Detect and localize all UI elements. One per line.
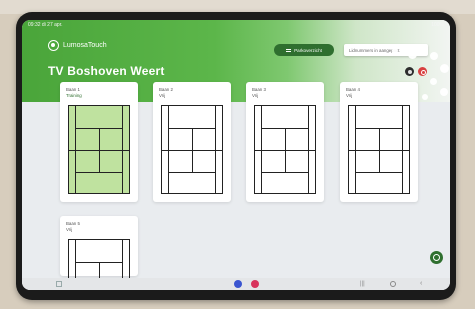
home-nav-icon[interactable]: [56, 281, 62, 287]
court-name: Baan 3: [252, 87, 266, 92]
status-bar: 09:32 di 27 apr. 100%: [28, 22, 444, 31]
info-fab-button[interactable]: [430, 251, 443, 264]
court-name: Baan 1: [66, 87, 80, 92]
park-overview-button[interactable]: Parkoverzicht: [274, 44, 334, 56]
page-title: TV Boshoven Weert: [48, 64, 165, 78]
court-status: Vrij: [159, 93, 166, 98]
logo-icon: [48, 40, 59, 51]
home-button-icon[interactable]: [390, 281, 396, 287]
court-card-4[interactable]: Baan 4 Vrij: [340, 82, 418, 202]
logo-text: LumosaTouch: [63, 42, 107, 49]
court-diagram: [161, 105, 223, 194]
recent-apps-icon[interactable]: |||: [360, 281, 366, 287]
settings-icon[interactable]: [405, 67, 414, 76]
court-name: Baan 2: [159, 87, 173, 92]
court-status: Training: [66, 93, 82, 98]
grid-icon: [286, 48, 292, 53]
court-diagram: [68, 105, 130, 194]
android-nav-bar: ||| ‹: [22, 278, 450, 290]
court-status: Vrij: [346, 93, 353, 98]
dock-app-icon-blue[interactable]: [234, 280, 242, 288]
back-nav-icon[interactable]: ‹: [420, 280, 422, 288]
power-icon[interactable]: [418, 67, 427, 76]
dock-app-icon-pink[interactable]: [251, 280, 259, 288]
court-name: Baan 4: [346, 87, 360, 92]
info-fab-icon: [433, 254, 440, 261]
app-logo: LumosaTouch: [48, 40, 107, 51]
court-card-3[interactable]: Baan 3 Vrij: [246, 82, 324, 202]
court-card-2[interactable]: Baan 2 Vrij: [153, 82, 231, 202]
court-name: Baan 5: [66, 221, 80, 226]
court-status: Vrij: [66, 227, 73, 232]
status-battery: 100%: [431, 22, 444, 28]
court-status: Vrij: [252, 93, 259, 98]
court-card-1[interactable]: Baan 1 Training: [60, 82, 138, 202]
court-diagram: [254, 105, 316, 194]
tablet-screen: 09:32 di 27 apr. 100% LumosaTouch TV Bos…: [22, 20, 450, 290]
court-card-5[interactable]: Baan 5 Vrij: [60, 216, 138, 285]
park-overview-label: Parkoverzicht: [294, 47, 322, 53]
status-time: 09:32 di 27 apr.: [28, 22, 63, 28]
court-diagram: [348, 105, 410, 194]
